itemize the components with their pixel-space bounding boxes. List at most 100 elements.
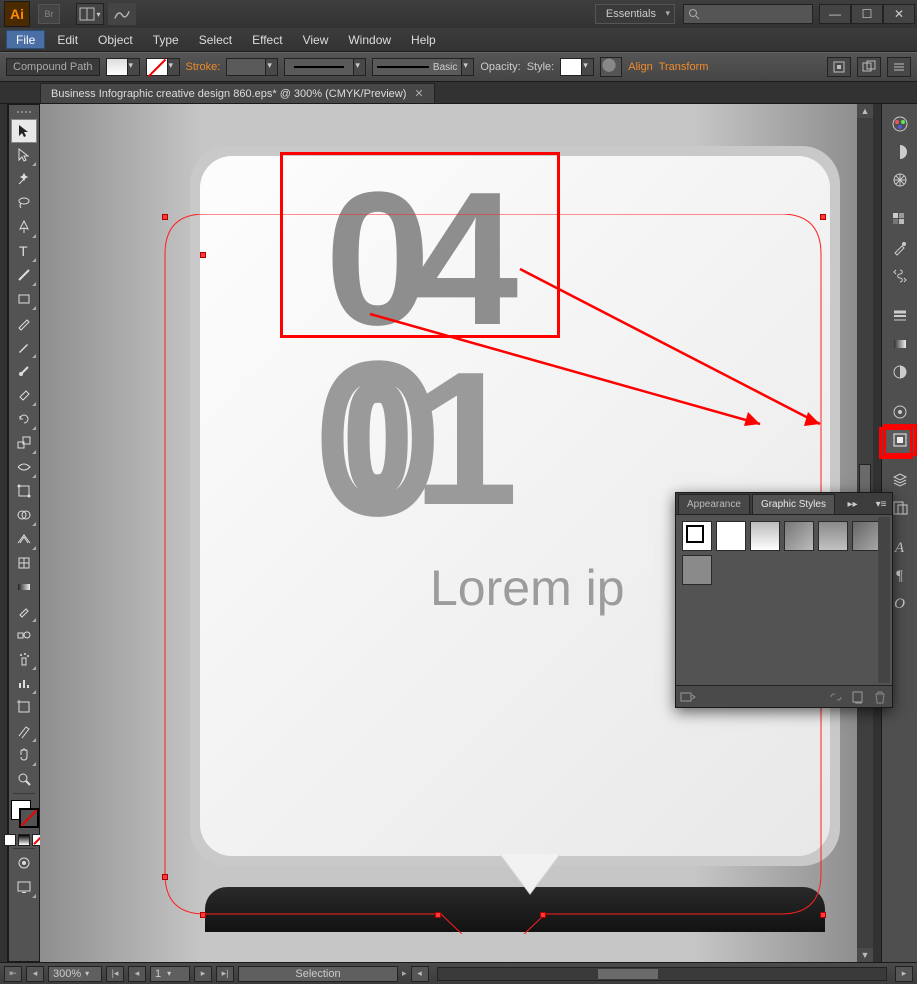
brush-dropdown[interactable] xyxy=(462,58,474,76)
recolor-artwork-icon[interactable] xyxy=(600,57,622,77)
nav-first-icon[interactable]: |◂ xyxy=(106,966,124,982)
graphic-styles-icon[interactable] xyxy=(886,427,914,453)
style-swatch-default[interactable] xyxy=(682,521,712,551)
fill-dropdown[interactable] xyxy=(128,58,140,76)
nav-prev-icon[interactable]: ◂ xyxy=(128,966,146,982)
fill-swatch[interactable] xyxy=(106,58,128,76)
nav-next-icon[interactable]: ▸ xyxy=(194,966,212,982)
gradient-tool[interactable] xyxy=(11,575,37,599)
minimize-button[interactable]: — xyxy=(819,4,851,24)
opacity-label-link[interactable]: Opacity: xyxy=(480,61,520,73)
hscroll-left-icon[interactable]: ◂ xyxy=(411,966,429,982)
stroke-dropdown[interactable] xyxy=(168,58,180,76)
variable-width-profile[interactable] xyxy=(284,58,354,76)
panel-collapse-icon[interactable]: ▸▸ xyxy=(841,494,863,514)
pen-tool[interactable] xyxy=(11,215,37,239)
kuler-icon[interactable] xyxy=(886,167,914,193)
direct-selection-tool[interactable] xyxy=(11,143,37,167)
stroke-weight-field[interactable] xyxy=(226,58,266,76)
perspective-grid-tool[interactable] xyxy=(11,527,37,551)
shape-builder-tool[interactable] xyxy=(11,503,37,527)
menu-window[interactable]: Window xyxy=(338,28,401,51)
style-swatch[interactable] xyxy=(818,521,848,551)
slice-tool[interactable] xyxy=(11,719,37,743)
nav-last-icon[interactable]: ▸| xyxy=(216,966,234,982)
graphic-styles-panel[interactable]: Appearance Graphic Styles ▸▸ ▾≡ xyxy=(675,492,893,708)
color-guide-icon[interactable] xyxy=(886,139,914,165)
menu-select[interactable]: Select xyxy=(189,28,242,51)
scale-tool[interactable] xyxy=(11,431,37,455)
menu-file[interactable]: File xyxy=(6,30,45,49)
style-swatch[interactable] xyxy=(682,555,712,585)
column-graph-tool[interactable] xyxy=(11,671,37,695)
graphic-style-well[interactable] xyxy=(560,58,582,76)
lasso-tool[interactable] xyxy=(11,191,37,215)
hand-tool[interactable] xyxy=(11,743,37,767)
blend-tool[interactable] xyxy=(11,623,37,647)
close-tab-icon[interactable]: ✕ xyxy=(414,87,423,100)
status-menu-icon[interactable]: ▸ xyxy=(402,968,407,979)
screen-mode[interactable] xyxy=(11,875,37,899)
zoom-tool[interactable] xyxy=(11,767,37,791)
close-button[interactable]: ✕ xyxy=(883,4,915,24)
stroke-swatch[interactable] xyxy=(146,58,168,76)
color-mode-row[interactable] xyxy=(4,834,44,846)
blob-brush-tool[interactable] xyxy=(11,359,37,383)
eraser-tool[interactable] xyxy=(11,383,37,407)
library-menu-icon[interactable] xyxy=(680,690,696,704)
menu-type[interactable]: Type xyxy=(143,28,189,51)
hscroll-thumb[interactable] xyxy=(598,969,658,979)
menu-view[interactable]: View xyxy=(293,28,339,51)
swatches-icon[interactable] xyxy=(886,207,914,233)
mesh-tool[interactable] xyxy=(11,551,37,575)
new-style-icon[interactable] xyxy=(850,690,866,704)
delete-style-icon[interactable] xyxy=(872,690,888,704)
style-swatch[interactable] xyxy=(784,521,814,551)
scroll-down-icon[interactable]: ▼ xyxy=(857,948,873,962)
menu-help[interactable]: Help xyxy=(401,28,446,51)
artboard-tool[interactable] xyxy=(11,695,37,719)
style-swatch[interactable] xyxy=(716,521,746,551)
artboard-nav-field[interactable]: 1▾ xyxy=(150,966,190,982)
break-link-icon[interactable] xyxy=(828,690,844,704)
width-profile-dropdown[interactable] xyxy=(354,58,366,76)
pencil-tool[interactable] xyxy=(11,335,37,359)
tools-grip[interactable] xyxy=(9,107,39,117)
isolate-object-icon[interactable] xyxy=(827,57,851,77)
arrange-documents-button[interactable]: ▾ xyxy=(76,3,104,25)
width-tool[interactable] xyxy=(11,455,37,479)
panel-menu-icon[interactable]: ▾≡ xyxy=(870,494,892,514)
document-tab[interactable]: Business Infographic creative design 860… xyxy=(40,83,435,103)
workspace-switcher[interactable]: Essentials xyxy=(595,4,675,24)
transparency-icon[interactable] xyxy=(886,359,914,385)
symbol-sprayer-tool[interactable] xyxy=(11,647,37,671)
style-dropdown[interactable] xyxy=(582,58,594,76)
first-artboard-icon[interactable]: ⇤ xyxy=(4,966,22,982)
color-panel-icon[interactable] xyxy=(886,111,914,137)
magic-wand-tool[interactable] xyxy=(11,167,37,191)
rotate-tool[interactable] xyxy=(11,407,37,431)
panel-scrollbar[interactable] xyxy=(878,517,890,683)
menu-edit[interactable]: Edit xyxy=(47,28,88,51)
menu-effect[interactable]: Effect xyxy=(242,28,292,51)
bridge-icon[interactable]: Br xyxy=(38,4,60,24)
hscroll-right-icon[interactable]: ▸ xyxy=(895,966,913,982)
search-input[interactable] xyxy=(683,4,813,24)
gpu-preview-icon[interactable] xyxy=(108,3,136,25)
draw-mode-normal[interactable] xyxy=(11,851,37,875)
status-tool-field[interactable]: Selection xyxy=(238,966,398,982)
stroke-panel-icon[interactable] xyxy=(886,303,914,329)
free-transform-tool[interactable] xyxy=(11,479,37,503)
edit-clipping-icon[interactable] xyxy=(857,57,881,77)
brushes-icon[interactable] xyxy=(886,235,914,261)
rectangle-tool[interactable] xyxy=(11,287,37,311)
paintbrush-tool[interactable] xyxy=(11,311,37,335)
stroke-label-link[interactable]: Stroke: xyxy=(186,61,221,73)
appearance-icon[interactable] xyxy=(886,399,914,425)
align-link[interactable]: Align xyxy=(628,61,652,73)
line-tool[interactable] xyxy=(11,263,37,287)
symbols-icon[interactable] xyxy=(886,263,914,289)
tab-graphic-styles[interactable]: Graphic Styles xyxy=(752,494,835,514)
control-bar-menu-icon[interactable] xyxy=(887,57,911,77)
selection-tool[interactable] xyxy=(11,119,37,143)
